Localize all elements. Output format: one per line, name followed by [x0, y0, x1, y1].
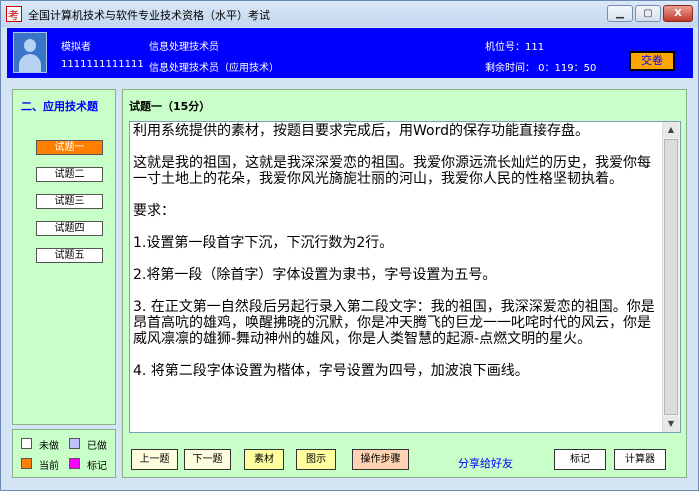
- status-legend: 未做 已做 当前 标记: [12, 429, 116, 478]
- question-paragraph: 2.将第一段（除首字）字体设置为隶书，字号设置为五号。: [133, 267, 497, 283]
- question-button-5[interactable]: 试题五: [36, 248, 103, 263]
- avatar: [13, 32, 47, 73]
- question-paragraph: 要求：: [133, 203, 175, 219]
- question-paragraph: 利用系统提供的素材，按题目要求完成后，用Word的保存功能直接存盘。: [133, 123, 589, 139]
- question-text: 利用系统提供的素材，按题目要求完成后，用Word的保存功能直接存盘。 这就是我的…: [133, 123, 663, 395]
- avatar-body-icon: [19, 54, 41, 72]
- question-panel: 试题一（15分） 利用系统提供的素材，按题目要求完成后，用Word的保存功能直接…: [122, 89, 687, 478]
- scroll-down-arrow-icon[interactable]: ▼: [663, 416, 679, 432]
- legend-current-swatch: [21, 458, 32, 469]
- legend-marked-label: 标记: [87, 461, 107, 472]
- legend-unanswered-swatch: [21, 438, 32, 449]
- minimize-button[interactable]: ▁: [607, 5, 633, 22]
- legend-answered-swatch: [69, 438, 80, 449]
- question-paragraph: 1.设置第一段首字下沉，下沉行数为2行。: [133, 235, 394, 251]
- question-button-4[interactable]: 试题四: [36, 221, 103, 236]
- question-paragraph: 这就是我的祖国，这就是我深深爱恋的祖国。我爱你源远流长灿烂的历史，我爱你每一寸土…: [133, 155, 651, 187]
- prev-question-button[interactable]: 上一题: [131, 449, 178, 470]
- app-logo-icon: [6, 6, 22, 23]
- calculator-button[interactable]: 计算器: [614, 449, 666, 470]
- mark-button[interactable]: 标记: [554, 449, 606, 470]
- question-button-3[interactable]: 试题三: [36, 194, 103, 209]
- scroll-up-arrow-icon[interactable]: ▲: [663, 122, 679, 138]
- figure-button[interactable]: 图示: [296, 449, 336, 470]
- question-button-2[interactable]: 试题二: [36, 167, 103, 182]
- vertical-scrollbar[interactable]: ▲ ▼: [662, 122, 680, 432]
- section-title: 二、应用技术题: [21, 100, 98, 113]
- question-paragraph: 4. 将第二段字体设置为楷体，字号设置为四号，加波浪下画线。: [133, 363, 529, 379]
- candidate-number: 1111111111111: [61, 59, 144, 70]
- question-title: 试题一（15分）: [129, 100, 211, 113]
- maximize-button[interactable]: ▢: [635, 5, 661, 22]
- question-content[interactable]: 利用系统提供的素材，按题目要求完成后，用Word的保存功能直接存盘。 这就是我的…: [129, 121, 681, 433]
- question-paragraph: 3. 在正文第一自然段后另起行录入第二段文字：我的祖国，我深深爱恋的祖国。你是昂…: [133, 299, 655, 347]
- legend-marked-swatch: [69, 458, 80, 469]
- share-link[interactable]: 分享给好友: [458, 455, 513, 471]
- question-button-1[interactable]: 试题一: [36, 140, 103, 155]
- scroll-thumb[interactable]: [664, 139, 678, 415]
- seat-number: 机位号：111: [485, 42, 545, 53]
- exam-subject: 信息处理技术员（应用技术）: [149, 63, 279, 74]
- title-bar: 全国计算机技术与软件专业技术资格（水平）考试 ▁ ▢ X: [1, 1, 698, 27]
- app-window: 全国计算机技术与软件专业技术资格（水平）考试 ▁ ▢ X 模拟者 1111111…: [0, 0, 699, 491]
- candidate-header: 模拟者 1111111111111 信息处理技术员 信息处理技术员（应用技术） …: [7, 28, 693, 78]
- exam-name: 信息处理技术员: [149, 42, 219, 53]
- candidate-name: 模拟者: [61, 42, 91, 53]
- material-button[interactable]: 素材: [244, 449, 284, 470]
- legend-answered-label: 已做: [87, 441, 107, 452]
- legend-current-label: 当前: [39, 461, 59, 472]
- close-button[interactable]: X: [663, 5, 693, 22]
- window-title: 全国计算机技术与软件专业技术资格（水平）考试: [28, 9, 270, 22]
- next-question-button[interactable]: 下一题: [184, 449, 231, 470]
- avatar-head-icon: [24, 39, 36, 52]
- remaining-time: 剩余时间： 0：119：50: [485, 63, 597, 74]
- submit-button[interactable]: 交卷: [629, 51, 675, 71]
- operation-steps-button[interactable]: 操作步骤: [352, 449, 409, 470]
- legend-unanswered-label: 未做: [39, 441, 59, 452]
- question-nav-panel: 二、应用技术题 试题一 试题二 试题三 试题四 试题五: [12, 89, 116, 425]
